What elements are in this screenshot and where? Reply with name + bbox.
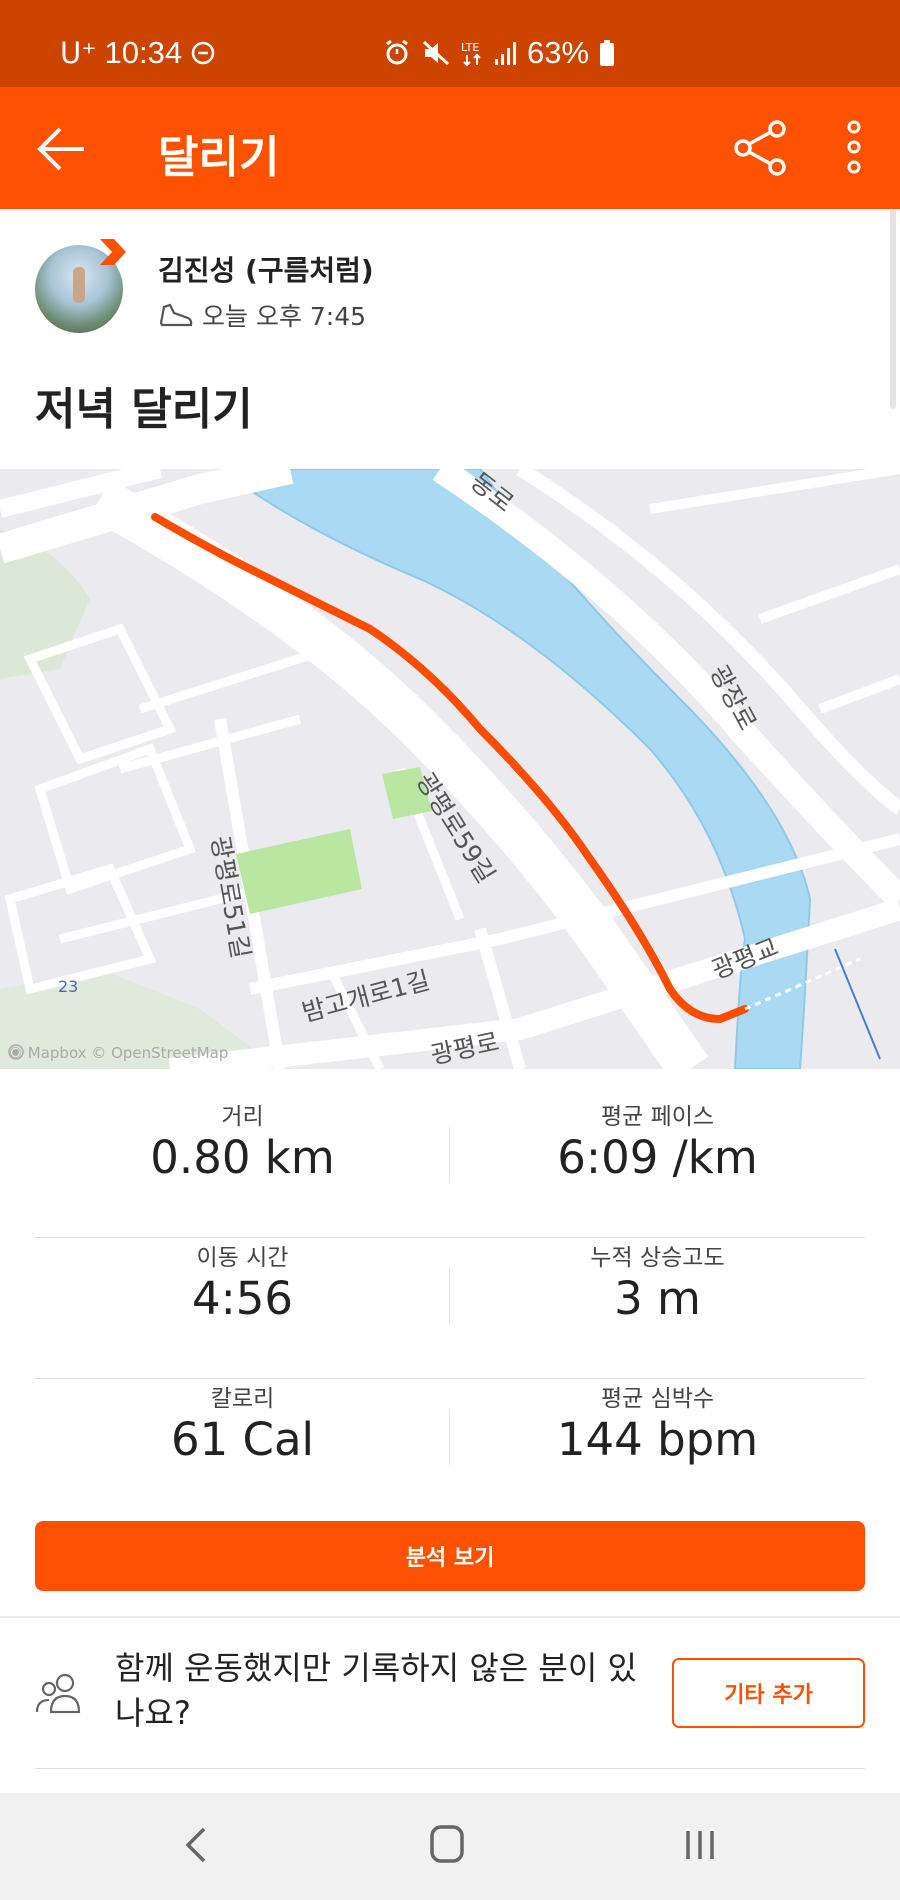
stats-grid: 거리 0.80 km 평균 페이스 6:09 /km 이동 시간 4:56 누적…: [0, 1069, 900, 1519]
map-canvas: [0, 469, 900, 1069]
lte-signal-icon: LTE: [461, 41, 516, 67]
stat-elevation-gain: 누적 상승고도 3 m: [450, 1238, 865, 1379]
stat-calories: 칼로리 61 Cal: [35, 1379, 450, 1520]
stat-value: 3 m: [614, 1272, 701, 1325]
status-icons: LTE 63%: [383, 35, 615, 71]
dnd-icon: [191, 41, 215, 65]
app-bar: 달리기: [0, 87, 900, 209]
stat-label: 이동 시간: [196, 1245, 289, 1271]
battery-percent: 63%: [527, 35, 590, 70]
svg-text:LTE: LTE: [461, 41, 479, 54]
more-vertical-icon[interactable]: [836, 117, 872, 177]
group-activity-prompt: 함께 운동했지만 기록하지 않은 분이 있나요? 기타 추가: [0, 1618, 900, 1768]
stat-value: 61 Cal: [170, 1413, 315, 1466]
carrier-label: U⁺: [60, 36, 97, 70]
mapbox-logo-icon: [8, 1044, 24, 1060]
stat-value: 144 bpm: [556, 1413, 759, 1466]
map-attribution[interactable]: © Mapbox © OpenStreetMap: [8, 1044, 228, 1062]
battery-icon: [600, 40, 615, 66]
stat-value: 0.80 km: [150, 1131, 335, 1184]
stats-row-2: 이동 시간 4:56 누적 상승고도 3 m: [35, 1238, 865, 1379]
route-map[interactable]: 동로 광장로 광평로59길 광평로51길 밤고개로1길 광평교 광평로 23 ©…: [0, 469, 900, 1069]
carrier-and-time: U⁺ 10:34: [60, 35, 216, 71]
stat-moving-time: 이동 시간 4:56: [35, 1238, 450, 1379]
stat-value: 6:09 /km: [557, 1131, 758, 1184]
stats-row-1: 거리 0.80 km 평균 페이스 6:09 /km: [35, 1097, 865, 1238]
page-title: 달리기: [158, 132, 280, 183]
attribution-text: © Mapbox © OpenStreetMap: [8, 1044, 229, 1062]
view-analysis-button[interactable]: 분석 보기: [35, 1521, 865, 1591]
list-divider: [35, 1768, 865, 1769]
nav-back-icon[interactable]: [178, 1823, 212, 1867]
activity-time: 오늘 오후 7:45: [202, 302, 367, 331]
people-icon: [35, 1673, 81, 1714]
stat-value: 4:56: [191, 1272, 294, 1325]
stat-label: 평균 심박수: [600, 1386, 715, 1412]
mute-icon: [422, 40, 450, 66]
avatar-figure: [73, 267, 85, 303]
scrollbar[interactable]: [890, 209, 896, 409]
stat-label: 평균 페이스: [600, 1104, 715, 1130]
stat-label: 거리: [221, 1104, 264, 1130]
clock: 10:34: [104, 35, 183, 70]
nav-recent-apps-icon[interactable]: [682, 1823, 718, 1865]
share-icon[interactable]: [731, 119, 789, 177]
add-others-button[interactable]: 기타 추가: [672, 1658, 865, 1728]
shoe-icon: [159, 303, 193, 327]
stat-label: 누적 상승고도: [590, 1245, 725, 1271]
activity-title: 저녁 달리기: [35, 384, 253, 435]
chevron-badge-icon: [100, 239, 126, 265]
activity-meta: 오늘 오후 7:45: [158, 297, 366, 333]
stat-label: 칼로리: [210, 1386, 275, 1412]
activity-header: 김진성 (구름처럼) 오늘 오후 7:45 저녁 달리기: [0, 209, 900, 469]
stats-row-3: 칼로리 61 Cal 평균 심박수 144 bpm: [35, 1379, 865, 1520]
stat-distance: 거리 0.80 km: [35, 1097, 450, 1238]
status-bar: U⁺ 10:34 LTE 63%: [0, 0, 900, 87]
stat-avg-heart-rate: 평균 심박수 144 bpm: [450, 1379, 865, 1520]
arrow-left-icon[interactable]: [34, 121, 90, 177]
alarm-icon: [386, 39, 408, 65]
map-label-route-number: 23: [58, 977, 79, 996]
stat-avg-pace: 평균 페이스 6:09 /km: [450, 1097, 865, 1238]
group-prompt-text: 함께 운동했지만 기록하지 않은 분이 있나요?: [115, 1649, 637, 1732]
nav-home-icon[interactable]: [428, 1823, 466, 1865]
system-nav-bar: [0, 1793, 900, 1900]
athlete-name[interactable]: 김진성 (구름처럼): [158, 249, 374, 289]
